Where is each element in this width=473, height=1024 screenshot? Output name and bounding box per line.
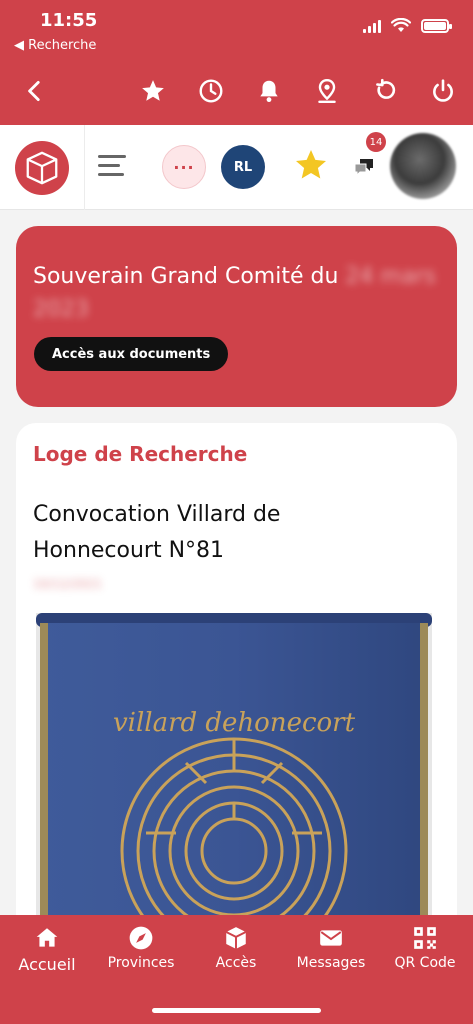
battery-icon bbox=[421, 18, 452, 33]
favorites-star-icon[interactable] bbox=[293, 147, 329, 183]
card-title: Convocation Villard de Honnecourt N°81 bbox=[33, 502, 281, 563]
rl-button[interactable]: RL bbox=[221, 145, 265, 189]
news-card[interactable]: Loge de Recherche Convocation Villard de… bbox=[16, 423, 457, 943]
event-banner: Souverain Grand Comité du 24 mars 2023 A… bbox=[16, 226, 457, 407]
tab-label: Accès bbox=[215, 955, 257, 971]
back-chevron-icon[interactable] bbox=[20, 76, 50, 106]
tab-label: Messages bbox=[296, 955, 366, 971]
refresh-icon[interactable] bbox=[370, 76, 400, 106]
bell-icon[interactable] bbox=[254, 76, 284, 106]
toolbar bbox=[0, 68, 473, 114]
card-category: Loge de Recherche bbox=[33, 442, 248, 466]
back-to-app-link[interactable]: ◀ Recherche bbox=[14, 38, 96, 53]
compass-icon bbox=[129, 926, 153, 950]
tab-acces[interactable]: Accès bbox=[189, 925, 283, 971]
location-icon[interactable] bbox=[312, 76, 342, 106]
clock-icon[interactable] bbox=[196, 76, 226, 106]
home-indicator bbox=[152, 1008, 321, 1013]
card-image: villard dehonecort bbox=[36, 613, 432, 943]
chat-badge: 14 bbox=[366, 132, 386, 152]
app-logo[interactable] bbox=[15, 141, 69, 195]
tab-label: QR Code bbox=[394, 955, 456, 971]
more-button[interactable]: ··· bbox=[162, 145, 206, 189]
card-date: 10/12/2021 bbox=[33, 577, 103, 591]
mail-icon bbox=[320, 930, 342, 946]
avatar[interactable] bbox=[390, 133, 456, 199]
app-header: 11:55 ◀ Recherche bbox=[0, 0, 473, 125]
status-time: 11:55 bbox=[40, 10, 98, 31]
qr-code-icon bbox=[414, 927, 436, 949]
menu-icon[interactable] bbox=[98, 155, 126, 182]
banner-title: Souverain Grand Comité du 24 mars 2023 bbox=[33, 264, 436, 322]
tab-accueil[interactable]: Accueil bbox=[0, 925, 94, 974]
tab-label: Accueil bbox=[18, 955, 76, 974]
tab-qr-code[interactable]: QR Code bbox=[378, 925, 472, 971]
signal-icon bbox=[363, 19, 381, 33]
cube-icon bbox=[26, 151, 58, 185]
status-icons bbox=[363, 18, 452, 33]
chat-icon[interactable] bbox=[352, 155, 376, 179]
box-icon bbox=[225, 927, 247, 949]
tab-label: Provinces bbox=[107, 955, 175, 971]
star-icon[interactable] bbox=[138, 76, 168, 106]
home-icon bbox=[36, 928, 58, 947]
divider bbox=[84, 125, 85, 210]
tab-messages[interactable]: Messages bbox=[284, 925, 378, 971]
documents-button[interactable]: Accès aux documents bbox=[34, 337, 229, 371]
banner-image-text: villard dehonecort bbox=[113, 708, 356, 738]
power-icon[interactable] bbox=[428, 76, 458, 106]
wifi-icon bbox=[391, 18, 411, 32]
tab-provinces[interactable]: Provinces bbox=[94, 925, 188, 971]
